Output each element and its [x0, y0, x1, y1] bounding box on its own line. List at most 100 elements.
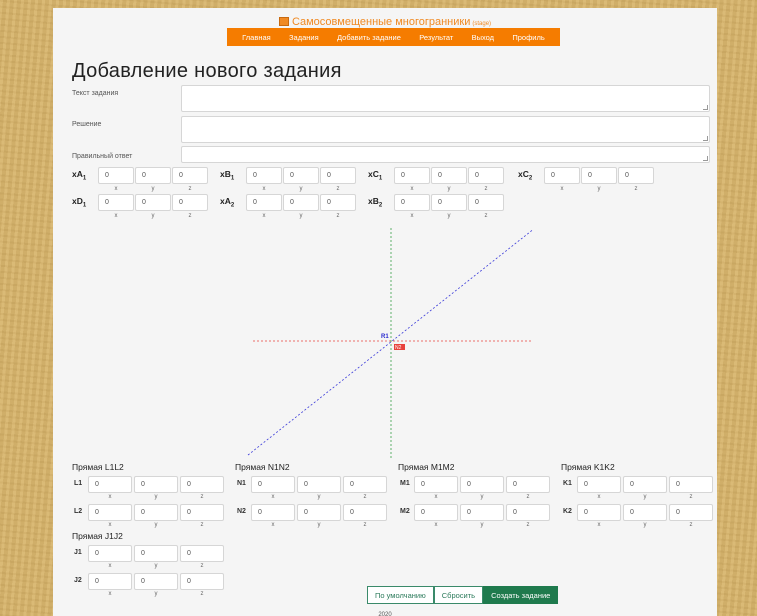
axis-label-y: y [643, 522, 647, 528]
line-coord-input-x[interactable]: 0 [577, 504, 621, 521]
axis-label-z: z [200, 591, 204, 597]
coord-input-z[interactable]: 0 [618, 167, 654, 184]
coord-input-x[interactable]: 0 [246, 167, 282, 184]
nav-add-task[interactable]: Добавить задание [337, 33, 401, 42]
axis-label-y: y [154, 522, 158, 528]
line-coord-input-x[interactable]: 0 [88, 545, 132, 562]
point-label-sub: 1 [378, 175, 383, 182]
axis-label-z: z [188, 213, 192, 219]
point-label: xB1 [220, 169, 234, 182]
coord-input-y[interactable]: 0 [581, 167, 617, 184]
coord-input-x[interactable]: 0 [98, 167, 134, 184]
solution-input[interactable] [181, 116, 710, 143]
coord-input-y[interactable]: 0 [283, 194, 319, 211]
nav-profile[interactable]: Профиль [512, 33, 544, 42]
coord-input-x[interactable]: 0 [98, 194, 134, 211]
coord-input-y[interactable]: 0 [135, 194, 171, 211]
axis-label-z: z [188, 186, 192, 192]
line-coord-input-z[interactable]: 0 [343, 476, 387, 493]
coord-input-x[interactable]: 0 [394, 194, 430, 211]
line-coord-input-y[interactable]: 0 [623, 504, 667, 521]
line-coord-input-x[interactable]: 0 [88, 476, 132, 493]
line-coord-input-y[interactable]: 0 [134, 476, 178, 493]
coord-input-x[interactable]: 0 [544, 167, 580, 184]
axis-label-y: y [299, 213, 303, 219]
point-label-sub: 1 [82, 175, 87, 182]
nav-home[interactable]: Главная [242, 33, 271, 42]
point-label-sub: 1 [82, 202, 87, 209]
point-label-text: xA [72, 169, 83, 179]
coord-input-x[interactable]: 0 [394, 167, 430, 184]
axis-label-z: z [200, 522, 204, 528]
line-coord-input-x[interactable]: 0 [414, 504, 458, 521]
axis-label-x: x [108, 494, 112, 500]
coord-input-x[interactable]: 0 [246, 194, 282, 211]
coord-input-z[interactable]: 0 [320, 194, 356, 211]
nav-logout[interactable]: Выход [472, 33, 494, 42]
point-label: xA2 [220, 196, 234, 209]
coord-input-z[interactable]: 0 [172, 194, 208, 211]
nav-results[interactable]: Результат [419, 33, 453, 42]
coord-input-z[interactable]: 0 [468, 167, 504, 184]
line-point-label: J1 [74, 549, 82, 556]
line-coord-input-z[interactable]: 0 [180, 504, 224, 521]
axis-label-z: z [689, 494, 693, 500]
axis-label-x: x [410, 213, 414, 219]
coord-input-z[interactable]: 0 [320, 167, 356, 184]
line-coord-input-y[interactable]: 0 [297, 504, 341, 521]
axis-label-z: z [200, 563, 204, 569]
line-coord-input-y[interactable]: 0 [134, 573, 178, 590]
page-title: Добавление нового задания [72, 60, 342, 82]
line-coord-input-x[interactable]: 0 [251, 504, 295, 521]
button-group: По умолчанию Сбросить Создать задание [367, 586, 559, 604]
task-text-label: Текст задания [72, 90, 119, 97]
line-coord-input-z[interactable]: 0 [506, 504, 550, 521]
nav-tasks[interactable]: Задания [289, 33, 319, 42]
coord-input-z[interactable]: 0 [172, 167, 208, 184]
line-coord-input-y[interactable]: 0 [460, 504, 504, 521]
line-coord-input-z[interactable]: 0 [180, 476, 224, 493]
line-point-label: M2 [400, 508, 410, 515]
point-label-text: xC [368, 169, 379, 179]
line-coord-input-x[interactable]: 0 [251, 476, 295, 493]
line-title: Прямая L1L2 [72, 462, 124, 472]
coord-input-z[interactable]: 0 [468, 194, 504, 211]
line-coord-input-z[interactable]: 0 [343, 504, 387, 521]
line-coord-input-x[interactable]: 0 [88, 504, 132, 521]
line-coord-input-z[interactable]: 0 [180, 545, 224, 562]
line-coord-input-y[interactable]: 0 [134, 545, 178, 562]
task-text-input[interactable] [181, 85, 710, 112]
answer-input[interactable] [181, 146, 710, 163]
axis-label-y: y [151, 186, 155, 192]
line-coord-input-y[interactable]: 0 [460, 476, 504, 493]
point-label: xA1 [72, 169, 86, 182]
point-label: xD1 [72, 196, 86, 209]
line-coord-input-x[interactable]: 0 [577, 476, 621, 493]
coord-input-y[interactable]: 0 [283, 167, 319, 184]
brand[interactable]: Самосовмещенные многогранники (stage) [53, 16, 717, 28]
line-coord-input-x[interactable]: 0 [414, 476, 458, 493]
coord-input-y[interactable]: 0 [135, 167, 171, 184]
axis-label-z: z [484, 186, 488, 192]
axis-label-z: z [526, 522, 530, 528]
line-coord-input-x[interactable]: 0 [88, 573, 132, 590]
axis-label-y: y [154, 563, 158, 569]
axis-label-x: x [108, 522, 112, 528]
default-button[interactable]: По умолчанию [367, 586, 434, 604]
axis-label-x: x [262, 186, 266, 192]
line-point-label: N2 [237, 508, 246, 515]
line-coord-input-y[interactable]: 0 [134, 504, 178, 521]
line-coord-input-y[interactable]: 0 [623, 476, 667, 493]
coord-input-y[interactable]: 0 [431, 194, 467, 211]
reset-button[interactable]: Сбросить [433, 586, 484, 604]
line-coord-input-z[interactable]: 0 [669, 476, 713, 493]
line-title: Прямая J1J2 [72, 531, 123, 541]
line-coord-input-z[interactable]: 0 [669, 504, 713, 521]
line-coord-input-y[interactable]: 0 [297, 476, 341, 493]
line-coord-input-z[interactable]: 0 [180, 573, 224, 590]
line-title: Прямая K1K2 [561, 462, 615, 472]
line-coord-input-z[interactable]: 0 [506, 476, 550, 493]
create-task-button[interactable]: Создать задание [483, 586, 559, 604]
axis-label-z: z [634, 186, 638, 192]
coord-input-y[interactable]: 0 [431, 167, 467, 184]
